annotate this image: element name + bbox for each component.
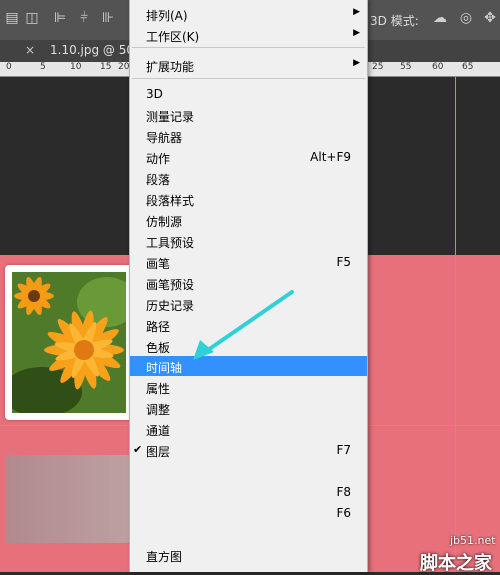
annotation-arrow-icon	[193, 290, 294, 360]
